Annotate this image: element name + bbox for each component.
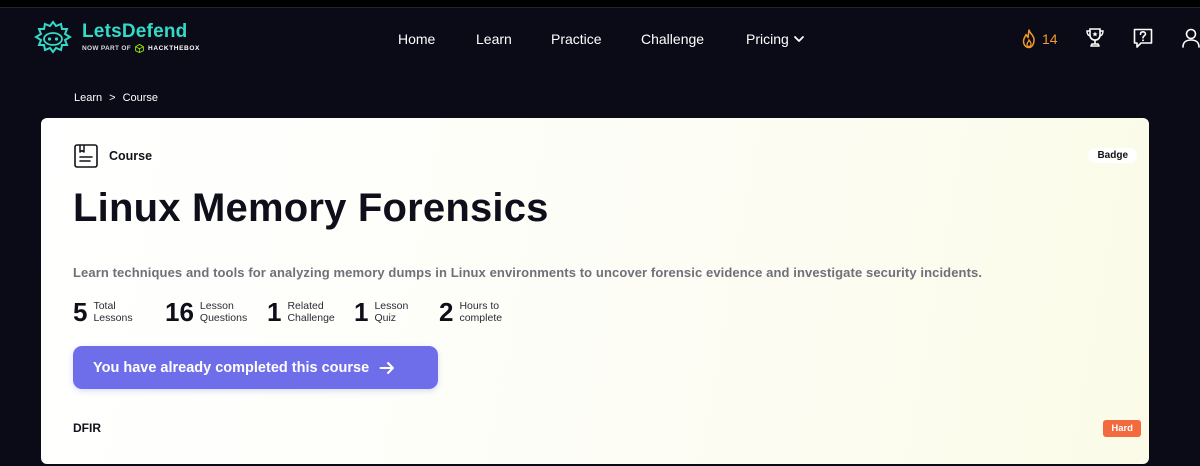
stat-label-line1: Lesson xyxy=(374,299,409,312)
stat-label-line2: Challenge xyxy=(287,312,335,324)
fire-icon xyxy=(1022,29,1035,49)
stat-value: 5 xyxy=(73,297,88,327)
nav-learn[interactable]: Learn xyxy=(476,27,512,51)
course-category: DFIR xyxy=(73,421,101,435)
difficulty-badge: Hard xyxy=(1103,420,1141,437)
stat-label-line1: Related xyxy=(287,299,324,312)
course-description: Learn techniques and tools for analyzing… xyxy=(73,265,983,280)
course-card: Course Badge Linux Memory Forensics Lear… xyxy=(41,118,1149,464)
trophy-icon[interactable] xyxy=(1084,26,1106,50)
course-completed-button[interactable]: You have already completed this course xyxy=(73,346,438,389)
nav-pricing-label: Pricing xyxy=(746,31,789,47)
stat-label-line2: Questions xyxy=(199,312,248,324)
badge-button[interactable]: Badge xyxy=(1088,148,1137,163)
stat-total-lessons: 5 Total Lessons xyxy=(73,298,133,326)
stat-value: 1 xyxy=(267,297,282,327)
stat-lesson-quiz: 1 Lesson Quiz xyxy=(354,298,408,326)
arrow-right-icon xyxy=(379,361,395,374)
breadcrumb-course: Course xyxy=(122,92,159,104)
course-title: Linux Memory Forensics xyxy=(73,186,549,230)
chevron-down-icon xyxy=(793,36,804,42)
stat-label-line1: Total xyxy=(93,299,116,312)
course-book-icon xyxy=(74,144,98,168)
stat-label-line2: Quiz xyxy=(374,312,397,324)
breadcrumb-separator: > xyxy=(109,92,116,104)
stat-value: 2 xyxy=(439,297,454,327)
stat-hours-to-complete: 2 Hours to complete xyxy=(439,298,502,326)
nav-pricing[interactable]: Pricing xyxy=(746,27,805,51)
stat-label-line2: Lessons xyxy=(93,312,133,324)
stat-label-line1: Lesson xyxy=(199,299,234,312)
nav-practice[interactable]: Practice xyxy=(551,27,602,51)
stat-related-challenge: 1 Related Challenge xyxy=(267,298,335,326)
nav-home[interactable]: Home xyxy=(398,27,435,51)
stat-label-line1: Hours to xyxy=(459,299,500,312)
course-completed-label: You have already completed this course xyxy=(93,359,370,376)
user-icon[interactable] xyxy=(1180,26,1200,50)
stat-label-line2: complete xyxy=(459,312,503,324)
course-type: Course xyxy=(73,143,152,169)
streak-count: 14 xyxy=(1042,31,1058,47)
stat-value: 1 xyxy=(354,297,369,327)
stat-value: 16 xyxy=(165,297,194,327)
window-top-bar xyxy=(0,0,1200,8)
course-type-label: Course xyxy=(109,149,153,163)
stat-lesson-questions: 16 Lesson Questions xyxy=(165,298,247,326)
nav-challenge[interactable]: Challenge xyxy=(641,27,704,51)
breadcrumb-learn[interactable]: Learn xyxy=(74,92,102,104)
site-header: LetsDefend NOW PART OF HACKTHEBOX Home L… xyxy=(0,9,1200,69)
streak-counter[interactable]: 14 xyxy=(1020,27,1058,51)
help-icon[interactable] xyxy=(1132,26,1154,50)
breadcrumb: Learn > Course xyxy=(74,92,158,104)
